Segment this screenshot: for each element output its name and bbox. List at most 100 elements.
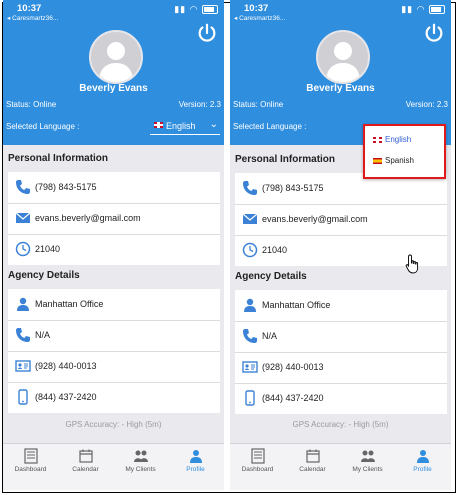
selected-language-label: Selected Language : [233, 122, 307, 131]
language-select[interactable]: English ⌄ [150, 118, 220, 135]
spain-flag-icon [373, 157, 382, 164]
agency-details-heading: Agency Details [235, 271, 307, 282]
fax-row[interactable]: (928) 440-0013 [8, 351, 220, 383]
clock-icon [242, 242, 258, 258]
tab-label: Calendar [72, 466, 99, 473]
status-bar: 10:37 ◂ Caresmartz36... ▮▮ ◠ [3, 0, 224, 24]
email-icon [15, 212, 31, 223]
hand-cursor-icon [405, 254, 419, 274]
tab-dashboard[interactable]: Dashboard [3, 448, 58, 473]
user-silhouette-icon [99, 42, 133, 82]
agency-phone-value: N/A [262, 331, 278, 341]
language-option-label: English [385, 135, 412, 144]
selected-language-label: Selected Language : [6, 122, 80, 131]
tab-label: Dashboard [14, 466, 47, 473]
phone-icon [243, 329, 257, 343]
status-time: 10:37 [244, 3, 269, 14]
tab-label: Profile [186, 466, 205, 473]
chevron-down-icon: ⌄ [209, 119, 218, 130]
app-version: Version: 2.3 [178, 100, 221, 109]
online-status: Status: Online [6, 100, 57, 109]
mobile-phone-icon [18, 389, 28, 405]
language-option-spanish[interactable]: Spanish [373, 156, 414, 165]
avatar[interactable] [316, 30, 370, 84]
office-row[interactable]: Manhattan Office [8, 289, 220, 321]
tab-label: Calendar [299, 466, 326, 473]
tab-label: Dashboard [241, 466, 274, 473]
system-icons: ▮▮ ◠ [174, 4, 218, 15]
office-row[interactable]: Manhattan Office [235, 290, 447, 322]
system-icons: ▮▮ ◠ [401, 4, 445, 15]
zip-row[interactable]: 21040 [8, 234, 220, 265]
tab-profile[interactable]: Profile [395, 448, 450, 473]
back-to-app-link[interactable]: ◂ Caresmartz36... [234, 14, 285, 22]
phone-icon [243, 181, 257, 195]
language-dropdown-menu: English Spanish [363, 124, 446, 179]
tab-profile[interactable]: Profile [168, 448, 223, 473]
person-icon [244, 298, 256, 312]
tab-label: My Clients [352, 466, 383, 473]
fax-value: (928) 440-0013 [35, 361, 97, 371]
battery-icon [429, 5, 445, 15]
power-icon[interactable] [196, 22, 218, 44]
mobile-row[interactable]: (844) 437-2420 [8, 382, 220, 413]
profile-icon [189, 450, 202, 463]
agency-phone-value: N/A [35, 330, 51, 340]
profile-icon [416, 450, 429, 463]
email-row[interactable]: evans.beverly@gmail.com [235, 204, 447, 236]
agency-phone-row[interactable]: N/A [8, 320, 220, 352]
uk-flag-icon [373, 136, 382, 143]
tab-label: My Clients [125, 466, 156, 473]
gps-accuracy: GPS Accuracy: - High (5m) [292, 420, 389, 429]
email-icon [242, 213, 258, 224]
personal-information-card: (798) 843-5175 evans.beverly@gmail.com 2… [8, 172, 220, 265]
phone-value: (798) 843-5175 [35, 182, 97, 192]
agency-phone-row[interactable]: N/A [235, 321, 447, 353]
email-row[interactable]: evans.beverly@gmail.com [8, 203, 220, 235]
person-icon [17, 297, 29, 311]
app-version: Version: 2.3 [405, 100, 448, 109]
clients-icon [133, 450, 148, 462]
language-select-value: English [166, 121, 196, 131]
tab-calendar[interactable]: Calendar [285, 448, 340, 473]
power-icon[interactable] [423, 22, 445, 44]
uk-flag-icon [154, 122, 163, 128]
agency-details-card: Manhattan Office N/A (928) 440-0013 (844… [8, 289, 220, 413]
agency-details-heading: Agency Details [8, 270, 80, 281]
signal-icon: ▮▮ [174, 4, 187, 14]
contact-card-icon [15, 360, 31, 372]
tab-calendar[interactable]: Calendar [58, 448, 113, 473]
language-option-english[interactable]: English [373, 135, 411, 144]
tab-my-clients[interactable]: My Clients [113, 448, 168, 473]
mobile-phone-icon [245, 390, 255, 406]
tab-my-clients[interactable]: My Clients [340, 448, 395, 473]
phone-row[interactable]: (798) 843-5175 [8, 172, 220, 204]
mobile-value: (844) 437-2420 [35, 392, 97, 402]
personal-information-card: (798) 843-5175 evans.beverly@gmail.com 2… [235, 173, 447, 266]
profile-header: 10:37 ◂ Caresmartz36... ▮▮ ◠ Beverly Eva… [3, 0, 224, 145]
fax-row[interactable]: (928) 440-0013 [235, 352, 447, 384]
clock-icon [15, 241, 31, 257]
online-status: Status: Online [233, 100, 284, 109]
avatar[interactable] [89, 30, 143, 84]
dashboard-icon [250, 448, 265, 464]
language-option-label: Spanish [385, 156, 414, 165]
personal-information-heading: Personal Information [8, 153, 109, 164]
mobile-row[interactable]: (844) 437-2420 [235, 383, 447, 414]
user-name: Beverly Evans [79, 83, 148, 94]
phone-icon [16, 180, 30, 194]
tab-label: Profile [413, 466, 432, 473]
calendar-icon [78, 449, 93, 463]
user-silhouette-icon [326, 42, 360, 82]
clients-icon [360, 450, 375, 462]
wifi-icon: ◠ [189, 4, 199, 14]
gps-accuracy: GPS Accuracy: - High (5m) [65, 420, 162, 429]
zip-value: 21040 [262, 245, 288, 255]
agency-details-card: Manhattan Office N/A (928) 440-0013 (844… [235, 290, 447, 414]
back-to-app-link[interactable]: ◂ Caresmartz36... [7, 14, 58, 22]
status-time: 10:37 [17, 3, 42, 14]
office-value: Manhattan Office [262, 300, 331, 310]
tab-bar: Dashboard Calendar My Clients Profile [230, 443, 451, 490]
tab-dashboard[interactable]: Dashboard [230, 448, 285, 473]
battery-icon [202, 5, 218, 15]
